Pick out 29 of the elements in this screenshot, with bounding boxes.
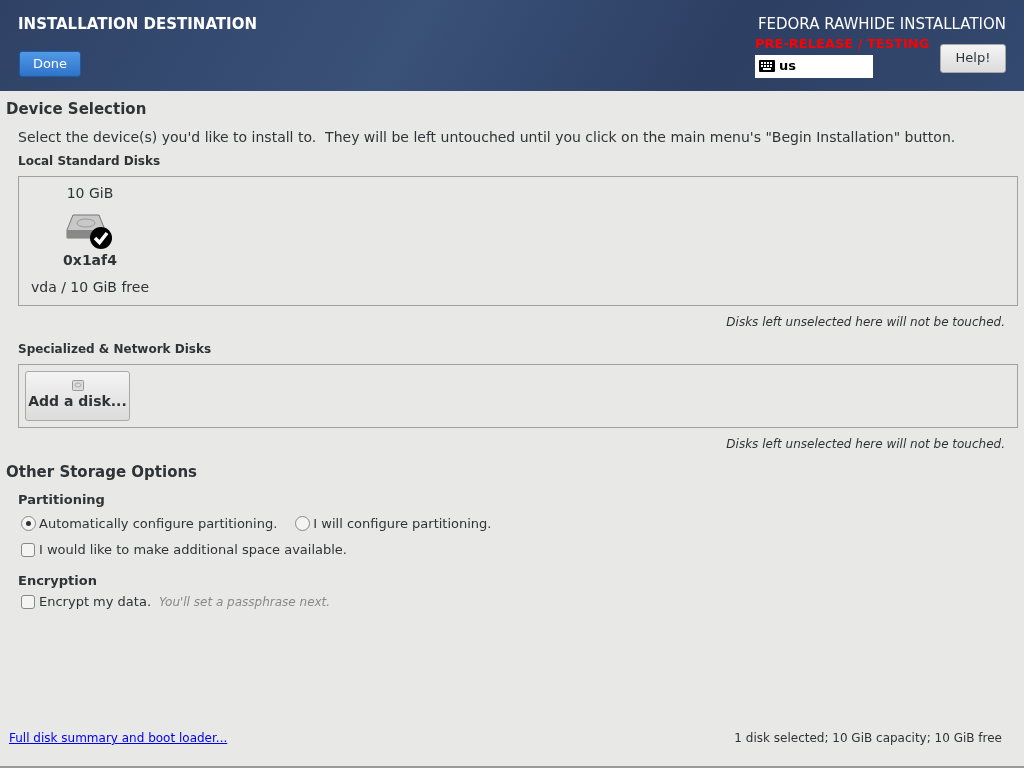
done-button[interactable]: Done [19,50,81,77]
hint-text: You'll set a passphrase next. [159,593,331,611]
checkbox[interactable] [21,542,35,557]
add-disk-button[interactable]: Add a disk... [25,370,130,421]
help-button[interactable]: Help! [940,43,1006,73]
note-text: Disks left unselected here will not be touched. [726,435,1005,453]
checkbox[interactable] [21,594,35,609]
product-title: FEDORA RAWHIDE INSTALLATION [757,14,1006,35]
subsection-heading: Specialized & Network Disks [18,340,213,358]
instruction-text: Select the device(s) you'd like to install to. They will be left untouched until you click on the main menu's "Begin Installation" button. [18,127,957,147]
radio-option[interactable]: I will configure partitioning. [295,513,492,533]
disk-summary-link[interactable]: Full disk summary and boot loader... [9,729,228,747]
subsection-heading: Local Standard Disks [18,152,162,170]
keyboard-icon [759,60,775,72]
note-text: Disks left unselected here will not be touched. [726,313,1005,331]
prerelease-label: PRE-RELEASE / TESTING [755,35,930,52]
selection-summary: 1 disk selected; 10 GiB capacity; 10 GiB free [734,730,1002,747]
subsection-heading: Partitioning [18,491,106,509]
disk-tile[interactable]: 10 GiB 0x1af4 vda / 10 GiB free [19,176,162,304]
section-heading: Other Storage Options [6,461,199,483]
radio-option[interactable]: Automatically configure partitioning. [21,513,278,533]
additional-space-checkbox[interactable]: I would like to make additional space available. [21,540,1018,560]
subsection-heading: Encryption [18,571,98,590]
checkbox-label[interactable]: Encrypt my data. [39,592,152,612]
radio-button[interactable] [295,515,311,531]
screen-title: INSTALLATION DESTINATION [18,14,257,35]
section-heading: Device Selection [6,99,148,120]
radio-button[interactable] [21,515,36,531]
keyboard-layout-field[interactable]: us [755,54,873,78]
